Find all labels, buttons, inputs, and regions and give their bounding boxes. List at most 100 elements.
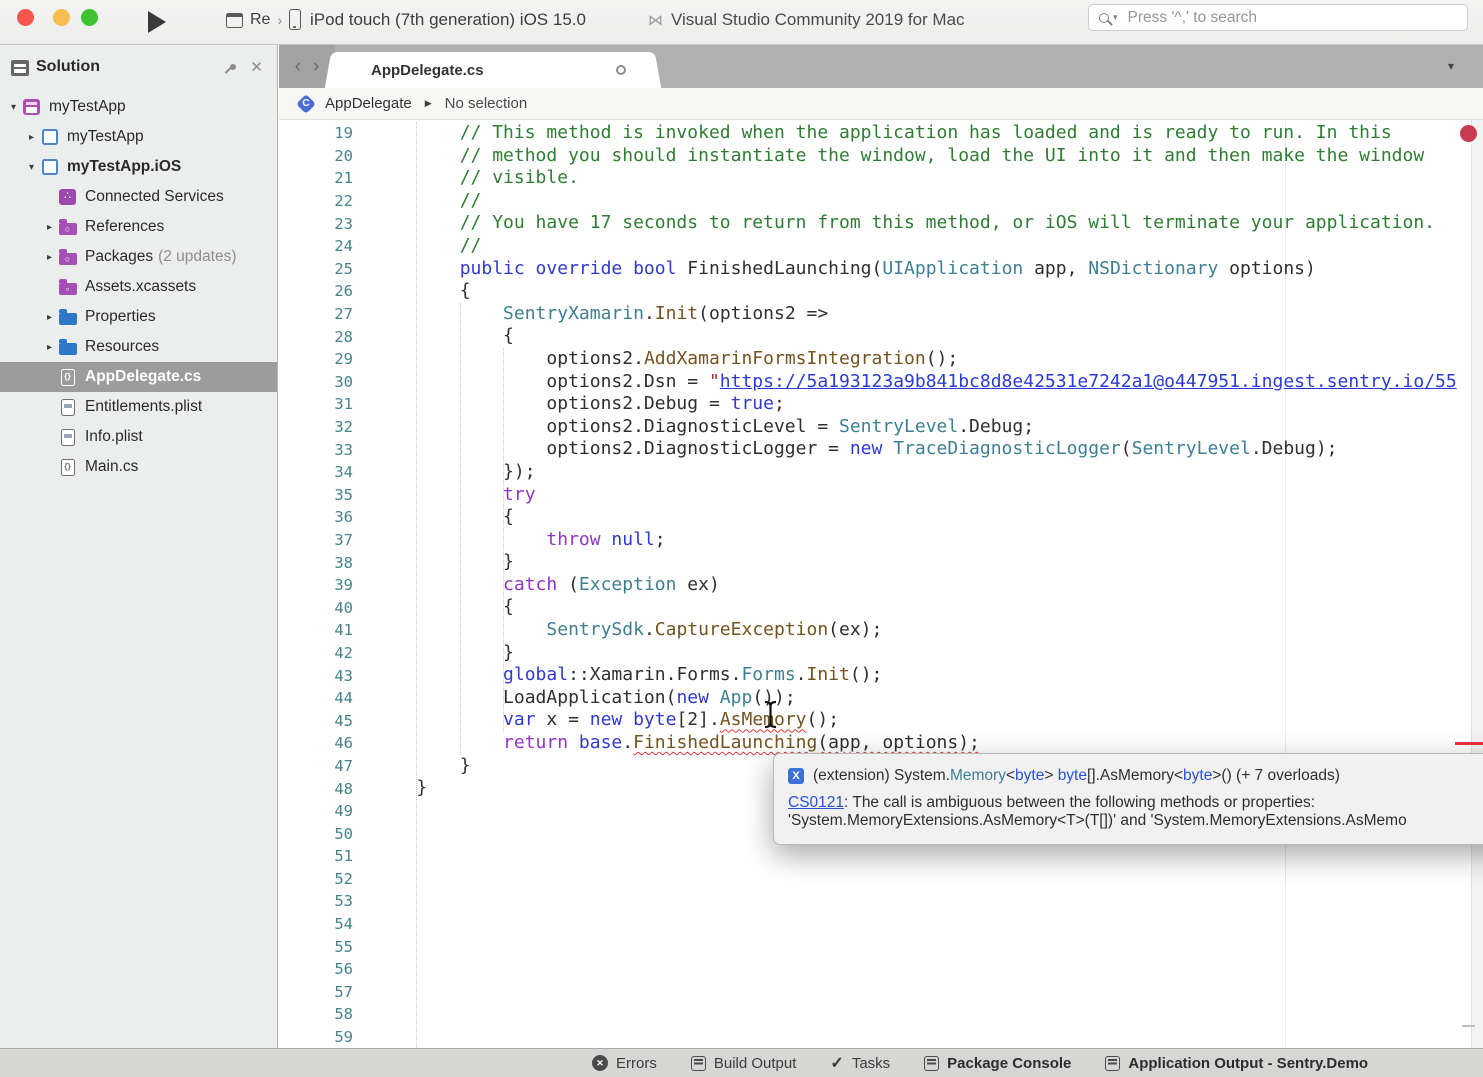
code-line-35[interactable]: 35 try: [279, 484, 1483, 507]
tree-item-mytestapp[interactable]: ▾myTestApp: [0, 92, 277, 122]
tree-item-references[interactable]: ▸○References: [0, 212, 277, 242]
code-line-31[interactable]: 31 options2.Debug = true;: [279, 393, 1483, 416]
plist-file-icon: [61, 429, 75, 446]
code-line-32[interactable]: 32 options2.DiagnosticLevel = SentryLeve…: [279, 416, 1483, 439]
tree-item-assets-xcassets[interactable]: ▫Assets.xcassets: [0, 272, 277, 302]
line-number: 29: [279, 350, 353, 368]
code-line-30[interactable]: 30 options2.Dsn = "https://5a193123a9b84…: [279, 371, 1483, 394]
code-line-46[interactable]: 46 return base.FinishedLaunching(app, op…: [279, 732, 1483, 755]
search-input[interactable]: ▾ Press '^,' to search: [1088, 4, 1468, 31]
line-number: 20: [279, 147, 353, 165]
collapse-arrow-icon[interactable]: ▾: [5, 102, 22, 113]
code-line-26[interactable]: 26 {: [279, 280, 1483, 303]
window-close-button[interactable]: [17, 9, 34, 26]
tree-item-resources[interactable]: ▸ Resources: [0, 332, 277, 362]
pin-icon[interactable]: [223, 63, 237, 77]
toolbar: Re › iPod touch (7th generation) iOS 15.…: [0, 0, 1483, 45]
code-line-44[interactable]: 44 LoadApplication(new App());: [279, 687, 1483, 710]
device-selector[interactable]: iPod touch (7th generation) iOS 15.0: [289, 9, 586, 30]
run-icon[interactable]: [148, 11, 166, 33]
navigate-back-icon[interactable]: ‹: [295, 56, 301, 78]
code-line-34[interactable]: 34 });: [279, 461, 1483, 484]
code-line-28[interactable]: 28 {: [279, 325, 1483, 348]
code-line-24[interactable]: 24 //: [279, 235, 1483, 258]
code-line-57[interactable]: 57: [279, 981, 1483, 1004]
tasks-check-icon: ✓: [830, 1053, 843, 1073]
code-line-39[interactable]: 39 catch (Exception ex): [279, 574, 1483, 597]
code-line-52[interactable]: 52: [279, 868, 1483, 891]
expand-arrow-icon[interactable]: ▸: [41, 342, 58, 353]
breadcrumb: C AppDelegate ▶ No selection: [279, 88, 1483, 120]
scrollbar-error-marker[interactable]: [1455, 742, 1483, 745]
pad-button-tasks[interactable]: ✓Tasks: [830, 1053, 890, 1073]
tree-item-label: Resources: [85, 338, 159, 356]
tree-item-properties[interactable]: ▸Properties: [0, 302, 277, 332]
code-line-33[interactable]: 33 options2.DiagnosticLogger = new Trace…: [279, 438, 1483, 461]
code-line-27[interactable]: 27 SentryXamarin.Init(options2 =>: [279, 303, 1483, 326]
code-line-text: options2.Debug = true;: [373, 393, 785, 416]
code-line-42[interactable]: 42 }: [279, 642, 1483, 665]
project-icon: [42, 129, 58, 145]
tree-item-appdelegate-cs[interactable]: {}AppDelegate.cs: [0, 362, 277, 392]
tree-item-entitlements-plist[interactable]: Entitlements.plist: [0, 392, 277, 422]
code-line-20[interactable]: 20 // method you should instantiate the …: [279, 145, 1483, 168]
pad-button-application-output-sentry-demo[interactable]: Application Output - Sentry.Demo: [1105, 1055, 1368, 1072]
code-line-29[interactable]: 29 options2.AddXamarinFormsIntegration()…: [279, 348, 1483, 371]
expand-arrow-icon[interactable]: ▸: [41, 222, 58, 233]
code-line-51[interactable]: 51: [279, 845, 1483, 868]
tree-item-packages[interactable]: ▸○Packages(2 updates): [0, 242, 277, 272]
configuration-selector[interactable]: Re ›: [226, 11, 282, 29]
expand-arrow-icon[interactable]: ▸: [23, 132, 40, 143]
expand-arrow-icon[interactable]: ▸: [41, 252, 58, 263]
code-line-37[interactable]: 37 throw null;: [279, 529, 1483, 552]
tab-appdelegate[interactable]: AppDelegate.cs: [335, 52, 651, 88]
code-line-56[interactable]: 56: [279, 958, 1483, 981]
line-number: 51: [279, 847, 353, 865]
code-line-text: }: [373, 642, 514, 665]
code-line-58[interactable]: 58: [279, 1003, 1483, 1026]
bottom-pad-bar: ✕Errors Build Output ✓Tasks Package Console…: [0, 1048, 1483, 1077]
code-line-36[interactable]: 36 {: [279, 506, 1483, 529]
error-code-link[interactable]: CS0121: [788, 794, 844, 811]
collapse-arrow-icon[interactable]: ▾: [23, 162, 40, 173]
tree-item-mytestapp-ios[interactable]: ▾myTestApp.iOS: [0, 152, 277, 182]
code-line-38[interactable]: 38 }: [279, 551, 1483, 574]
code-line-54[interactable]: 54: [279, 913, 1483, 936]
close-icon[interactable]: ✕: [250, 58, 263, 76]
code-line-59[interactable]: 59: [279, 1026, 1483, 1048]
pad-button-errors[interactable]: ✕Errors: [592, 1055, 657, 1072]
pad-button-package-console[interactable]: Package Console: [924, 1055, 1071, 1072]
extension-method-icon: X: [788, 768, 804, 784]
tab-list-dropdown-icon[interactable]: ▾: [1448, 59, 1454, 73]
tree-item-info-plist[interactable]: Info.plist: [0, 422, 277, 452]
line-number: 36: [279, 508, 353, 526]
solution-pad-title: Solution: [36, 58, 100, 76]
breadcrumb-class[interactable]: AppDelegate: [325, 95, 412, 112]
code-area[interactable]: 19 // This method is invoked when the ap…: [279, 120, 1483, 1048]
tree-item-connected-services[interactable]: ∴Connected Services: [0, 182, 277, 212]
window-minimize-button[interactable]: [53, 9, 70, 26]
line-number: 48: [279, 780, 353, 798]
code-line-55[interactable]: 55: [279, 935, 1483, 958]
code-line-22[interactable]: 22 //: [279, 190, 1483, 213]
chevron-down-icon: ▾: [1113, 12, 1118, 23]
code-line-23[interactable]: 23 // You have 17 seconds to return from…: [279, 212, 1483, 235]
code-line-43[interactable]: 43 global::Xamarin.Forms.Forms.Init();: [279, 664, 1483, 687]
tree-item-main-cs[interactable]: {}Main.cs: [0, 452, 277, 482]
code-line-41[interactable]: 41 SentrySdk.CaptureException(ex);: [279, 619, 1483, 642]
expand-arrow-icon[interactable]: ▸: [41, 312, 58, 323]
tree-item-mytestapp[interactable]: ▸myTestApp: [0, 122, 277, 152]
code-line-19[interactable]: 19 // This method is invoked when the ap…: [279, 122, 1483, 145]
code-line-25[interactable]: 25 public override bool FinishedLaunchin…: [279, 258, 1483, 281]
code-line-40[interactable]: 40 {: [279, 596, 1483, 619]
code-line-53[interactable]: 53: [279, 890, 1483, 913]
pad-button-build-output[interactable]: Build Output: [691, 1055, 797, 1072]
code-line-45[interactable]: 45 var x = new byte[2].AsMemory();: [279, 709, 1483, 732]
navigate-forward-icon[interactable]: ›: [313, 56, 319, 78]
window-zoom-button[interactable]: [81, 9, 98, 26]
breadcrumb-selection[interactable]: No selection: [445, 95, 528, 112]
code-line-21[interactable]: 21 // visible.: [279, 167, 1483, 190]
properties-folder-icon: [59, 313, 77, 325]
output-pad-icon: [924, 1056, 939, 1071]
scrollbar-track[interactable]: [1471, 120, 1483, 1048]
